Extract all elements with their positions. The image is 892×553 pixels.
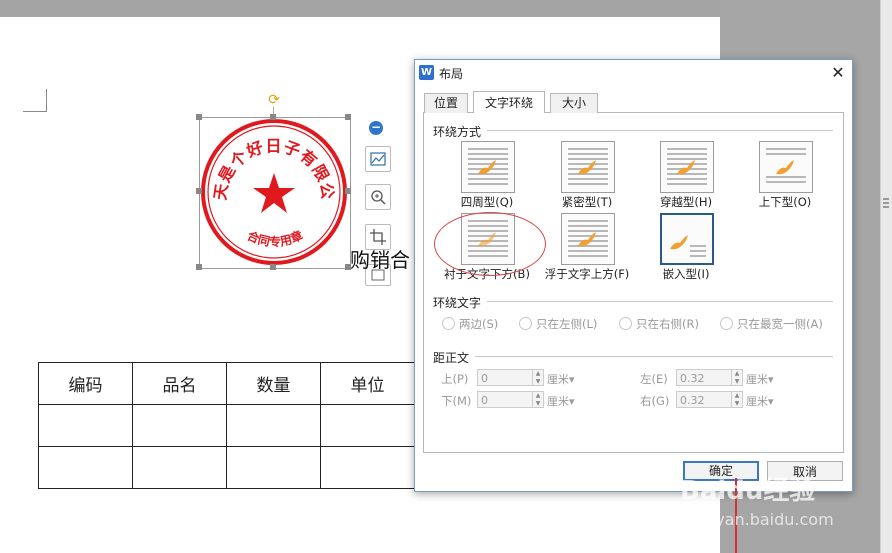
- wrap-through-label[interactable]: 穿越型(H): [648, 194, 724, 210]
- watermark-url: jingyan.baidu.com: [686, 510, 834, 529]
- section-divider: [487, 130, 833, 131]
- resize-handle-nw[interactable]: [196, 114, 202, 120]
- wrap-in-front-option[interactable]: [561, 213, 615, 265]
- wrap-through-option[interactable]: [660, 141, 714, 193]
- wrap-in-front-label[interactable]: 浮于文字上方(F): [537, 266, 637, 282]
- wrap-top-bottom-option[interactable]: [759, 141, 813, 193]
- flame-picture-icon: [677, 160, 695, 175]
- resize-handle-w[interactable]: [196, 188, 202, 194]
- scrollbar-grip[interactable]: [883, 202, 889, 204]
- table-cell[interactable]: [226, 446, 321, 489]
- scrollbar-grip[interactable]: [883, 206, 889, 208]
- distance-right-stepper[interactable]: ▲ ▼: [731, 391, 743, 408]
- table-header-cell[interactable]: 品名: [132, 362, 227, 405]
- table-header-cell[interactable]: 数量: [226, 362, 321, 405]
- watermark-brand: Baidu经验: [680, 476, 816, 506]
- dialog-title: 布局: [439, 67, 464, 81]
- resize-handle-sw[interactable]: [196, 264, 202, 270]
- collapse-toolbar-button[interactable]: −: [369, 121, 383, 135]
- distance-left-label: 左(E): [640, 372, 668, 386]
- wrap-right-only-label[interactable]: 只在右侧(R): [636, 316, 699, 332]
- wrap-style-heading: 环绕方式: [433, 125, 482, 139]
- wrap-tight-option[interactable]: [561, 141, 615, 193]
- distance-bottom-stepper[interactable]: ▲ ▼: [532, 391, 544, 408]
- section-divider: [487, 301, 833, 302]
- flame-picture-icon: [578, 232, 596, 247]
- wrap-inline-option[interactable]: [660, 213, 714, 265]
- document-title: 购销合: [350, 248, 410, 272]
- zoom-button[interactable]: [365, 184, 391, 210]
- table-cell[interactable]: [226, 404, 321, 447]
- wrap-left-only-label[interactable]: 只在左侧(L): [536, 316, 597, 332]
- flame-picture-icon: [478, 160, 496, 175]
- section-divider: [475, 356, 833, 357]
- distance-top-stepper[interactable]: ▲ ▼: [532, 369, 544, 386]
- wrap-both-sides-label[interactable]: 两边(S): [459, 316, 498, 332]
- stamp-bottom-text: 合同专用章: [245, 227, 305, 249]
- wrap-both-sides-radio[interactable]: [442, 317, 455, 330]
- wps-writer-icon: W: [419, 65, 434, 80]
- table-header-cell[interactable]: 单位: [320, 362, 415, 405]
- wrap-right-only-radio[interactable]: [619, 317, 632, 330]
- table-cell[interactable]: [320, 446, 415, 489]
- resize-handle-n[interactable]: [270, 114, 276, 120]
- distance-bottom-label: 下(M): [441, 394, 472, 408]
- table-cell[interactable]: [38, 446, 133, 489]
- distance-right-unit[interactable]: 厘米▾: [746, 393, 774, 409]
- tab-text-wrapping[interactable]: 文字环绕: [473, 91, 545, 113]
- wrap-top-bottom-label[interactable]: 上下型(O): [747, 194, 823, 210]
- flame-picture-icon: [670, 235, 688, 250]
- stamp-star-icon: [253, 173, 295, 213]
- tab-position[interactable]: 位置: [424, 93, 468, 113]
- distance-left-stepper[interactable]: ▲ ▼: [731, 369, 743, 386]
- resize-handle-e[interactable]: [345, 188, 351, 194]
- wrap-inline-label[interactable]: 嵌入型(I): [648, 266, 724, 282]
- table-header-cell[interactable]: 编码: [38, 362, 133, 405]
- table-cell[interactable]: [320, 404, 415, 447]
- distance-heading: 距正文: [433, 351, 470, 365]
- resize-handle-s[interactable]: [270, 264, 276, 270]
- picture-edit-icon: [370, 152, 386, 166]
- wrap-tight-label[interactable]: 紧密型(T): [549, 194, 625, 210]
- wrap-largest-side-label[interactable]: 只在最宽一侧(A): [737, 316, 823, 332]
- distance-left-unit[interactable]: 厘米▾: [746, 371, 774, 387]
- rotate-handle[interactable]: ⟳: [267, 93, 281, 107]
- zoom-in-icon: [371, 190, 386, 205]
- distance-top-unit[interactable]: 厘米▾: [547, 371, 575, 387]
- picture-edit-button[interactable]: [365, 146, 391, 172]
- highlight-circle-annotation: [434, 212, 546, 276]
- wrap-square-label[interactable]: 四周型(Q): [449, 194, 525, 210]
- margin-marker: [23, 89, 47, 112]
- scrollbar-grip[interactable]: [883, 198, 889, 200]
- vertical-scrollbar[interactable]: [880, 0, 892, 553]
- distance-bottom-unit[interactable]: 厘米▾: [547, 393, 575, 409]
- distance-top-label: 上(P): [441, 372, 469, 386]
- svg-text:合同专用章: 合同专用章: [245, 227, 305, 249]
- wrap-left-only-radio[interactable]: [519, 317, 532, 330]
- table-cell[interactable]: [132, 446, 227, 489]
- tab-size[interactable]: 大小: [550, 93, 598, 113]
- dialog-titlebar[interactable]: [415, 60, 852, 86]
- flame-picture-icon: [578, 160, 596, 175]
- table-cell[interactable]: [38, 404, 133, 447]
- resize-handle-ne[interactable]: [345, 114, 351, 120]
- wrap-text-heading: 环绕文字: [433, 296, 482, 310]
- wrap-largest-side-radio[interactable]: [720, 317, 733, 330]
- distance-right-label: 右(G): [640, 394, 670, 408]
- company-stamp-image[interactable]: 今天是个好日子有限公司 合同专用章: [199, 117, 349, 267]
- table-cell[interactable]: [132, 404, 227, 447]
- close-button[interactable]: ✕: [827, 62, 849, 84]
- flame-picture-icon: [776, 160, 794, 175]
- wrap-square-option[interactable]: [461, 141, 515, 193]
